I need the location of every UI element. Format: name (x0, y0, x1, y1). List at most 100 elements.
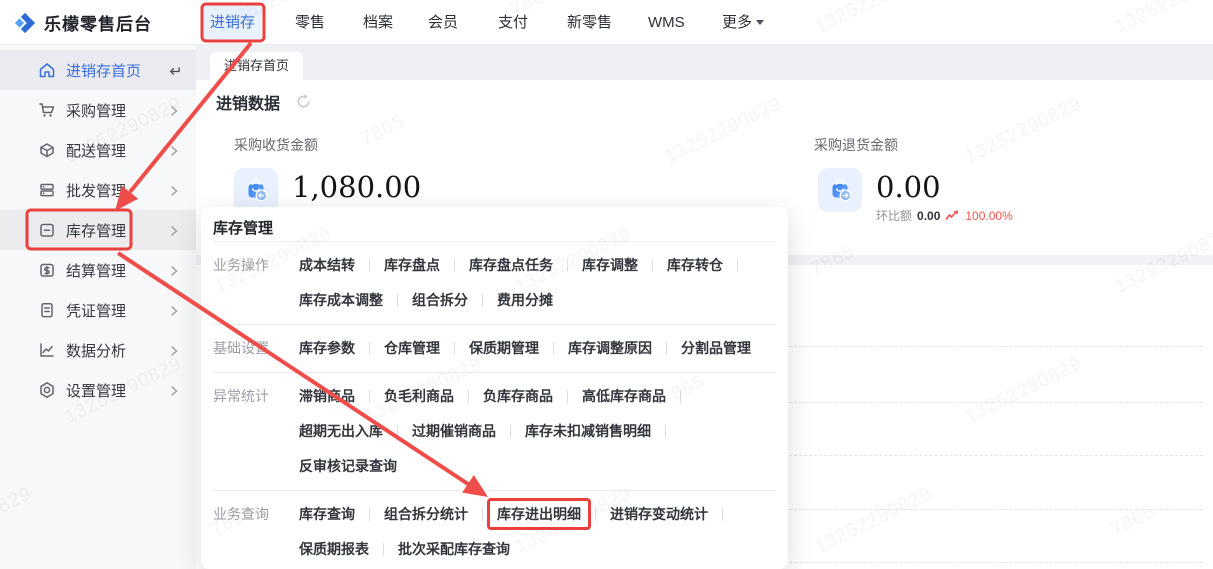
bag-in-icon (248, 179, 268, 202)
gear-icon (38, 381, 56, 399)
popup-menu-item[interactable]: 库存调整 (582, 257, 638, 273)
chevron-right-icon (168, 344, 180, 356)
popup-menu-line: 成本结转 库存盘点 库存盘点任务 库存调整 库存转仓 (299, 248, 776, 283)
popup-menu-item[interactable]: 负毛利商品 (384, 388, 454, 404)
stat-label-receive: 采购收货金额 (234, 137, 318, 153)
item-separator (369, 390, 370, 403)
popup-menu-item[interactable]: 库存转仓 (667, 257, 723, 273)
purchase-return-icon (818, 168, 862, 212)
compare-percent: 100.00% (965, 208, 1013, 223)
popup-menu-item[interactable]: 高低库存商品 (582, 388, 666, 404)
popup-section-4: 业务查询 库存查询 组合拆分统计 库存进出明细 进销存变动统计保质期报表 批次采配库存查询 (201, 491, 788, 569)
sidebar-item-4[interactable]: 批发管理 (0, 170, 196, 210)
sidebar-item-label: 数据分析 (66, 342, 127, 360)
popup-menu-line: 反审核记录查询 (299, 449, 776, 484)
chart-line-icon (38, 341, 56, 359)
sidebar-item-7[interactable]: 凭证管理 (0, 290, 196, 330)
dollar-square-icon (38, 261, 56, 279)
sidebar-item-label: 结算管理 (66, 262, 127, 280)
sidebar-item-9[interactable]: 设置管理 (0, 370, 196, 410)
app-window: 乐檬零售后台 进销存 零售 档案 会员 支付 新零售 WMS 更多 进销存首页 采购管理 配送管理… (0, 0, 1213, 569)
item-separator (369, 259, 370, 272)
popup-menu-item[interactable]: 分割品管理 (681, 340, 751, 356)
item-separator (510, 425, 511, 438)
popup-section-label: 异常统计 (213, 388, 269, 404)
item-separator (595, 508, 596, 521)
stat-compare-row: 环比额 0.00 100.00% (876, 207, 1013, 224)
sidebar-item-8[interactable]: 数据分析 (0, 330, 196, 370)
chevron-right-icon (168, 104, 180, 116)
sidebar-item-2[interactable]: 采购管理 (0, 90, 196, 130)
popup-section-label: 基础设置 (213, 340, 269, 356)
chevron-right-icon (168, 384, 180, 396)
popup-menu-item[interactable]: 库存盘点任务 (469, 257, 553, 273)
nav-item-1[interactable]: 进销存 (203, 5, 263, 40)
chevron-right-icon (168, 184, 180, 196)
popup-menu-item[interactable]: 超期无出入库 (299, 423, 383, 439)
popup-menu-item[interactable]: 库存成本调整 (299, 292, 383, 308)
nav-item-8[interactable]: 更多 (722, 0, 765, 45)
document-icon (38, 301, 56, 319)
brand-logo[interactable]: 乐檬零售后台 (14, 10, 152, 35)
sidebar-item-label: 凭证管理 (66, 302, 127, 320)
popup-menu-item[interactable]: 库存查询 (299, 506, 355, 522)
popup-menu-line: 滞销商品 负毛利商品 负库存商品 高低库存商品 (299, 379, 776, 414)
sidebar-item-1[interactable]: 进销存首页 (0, 50, 196, 90)
popup-menu-item[interactable]: 成本结转 (299, 257, 355, 273)
popup-menu-line: 保质期报表 批次采配库存查询 (299, 532, 776, 567)
brand-name: 乐檬零售后台 (44, 15, 152, 34)
popup-menu-item[interactable]: 负库存商品 (483, 388, 553, 404)
sidebar-item-5[interactable]: 库存管理 (0, 210, 196, 250)
chevron-right-icon (168, 264, 180, 276)
popup-menu-item[interactable]: 库存盘点 (384, 257, 440, 273)
popup-menu-item[interactable]: 费用分摊 (497, 292, 553, 308)
bag-out-icon (832, 179, 852, 202)
item-separator (482, 294, 483, 307)
popup-menu-item[interactable]: 组合拆分统计 (384, 506, 468, 522)
nav-item-5[interactable]: 支付 (498, 0, 528, 45)
item-separator (553, 342, 554, 355)
popup-menu-item[interactable]: 组合拆分 (412, 292, 468, 308)
inventory-box-icon (38, 221, 56, 239)
popup-menu-item[interactable]: 保质期报表 (299, 541, 369, 557)
stat-label-return: 采购退货金额 (814, 137, 898, 153)
item-separator (482, 508, 483, 521)
popup-menu-item[interactable]: 滞销商品 (299, 388, 355, 404)
popup-menu-item[interactable]: 过期催销商品 (412, 423, 496, 439)
popup-section-label: 业务查询 (213, 506, 269, 522)
popup-menu-item[interactable]: 保质期管理 (469, 340, 539, 356)
popup-menu-item[interactable]: 反审核记录查询 (299, 458, 397, 474)
stat-value-receive: 1,080.00 (292, 170, 422, 204)
nav-item-2[interactable]: 零售 (295, 0, 325, 45)
nav-item-6[interactable]: 新零售 (567, 0, 612, 45)
nav-item-3[interactable]: 档案 (363, 0, 393, 45)
popup-menu-item[interactable]: 仓库管理 (384, 340, 440, 356)
nav-item-7[interactable]: WMS (648, 0, 685, 45)
item-separator (468, 390, 469, 403)
chevron-right-icon (168, 304, 180, 316)
item-separator (397, 425, 398, 438)
popup-menu-item[interactable]: 库存参数 (299, 340, 355, 356)
item-separator (383, 543, 384, 556)
tab-active[interactable]: 进销存首页 (210, 52, 304, 80)
popup-menu-item[interactable]: 库存调整原因 (568, 340, 652, 356)
popup-menu-item[interactable]: 库存未扣减销售明细 (525, 423, 651, 439)
compare-value: 0.00 (917, 208, 941, 223)
popup-section-3: 异常统计 滞销商品 负毛利商品 负库存商品 高低库存商品超期无出入库 过期催销商品 库存未扣… (201, 373, 788, 490)
item-separator (369, 508, 370, 521)
refresh-icon[interactable] (296, 94, 311, 109)
popup-menu-item[interactable]: 批次采配库存查询 (398, 541, 510, 557)
item-separator (567, 390, 568, 403)
item-separator (567, 259, 568, 272)
sidebar-item-3[interactable]: 配送管理 (0, 130, 196, 170)
nav-item-4[interactable]: 会员 (428, 0, 458, 45)
tab-strip (196, 45, 1213, 80)
chevron-down-icon (756, 20, 765, 25)
popup-section-label: 业务操作 (213, 257, 269, 273)
popup-menu-item[interactable]: 进销存变动统计 (610, 506, 708, 522)
item-separator (722, 508, 723, 521)
chevron-right-icon (168, 144, 180, 156)
chevron-right-icon (168, 224, 180, 236)
sidebar-item-6[interactable]: 结算管理 (0, 250, 196, 290)
popup-menu-item[interactable]: 库存进出明细 (497, 506, 581, 522)
